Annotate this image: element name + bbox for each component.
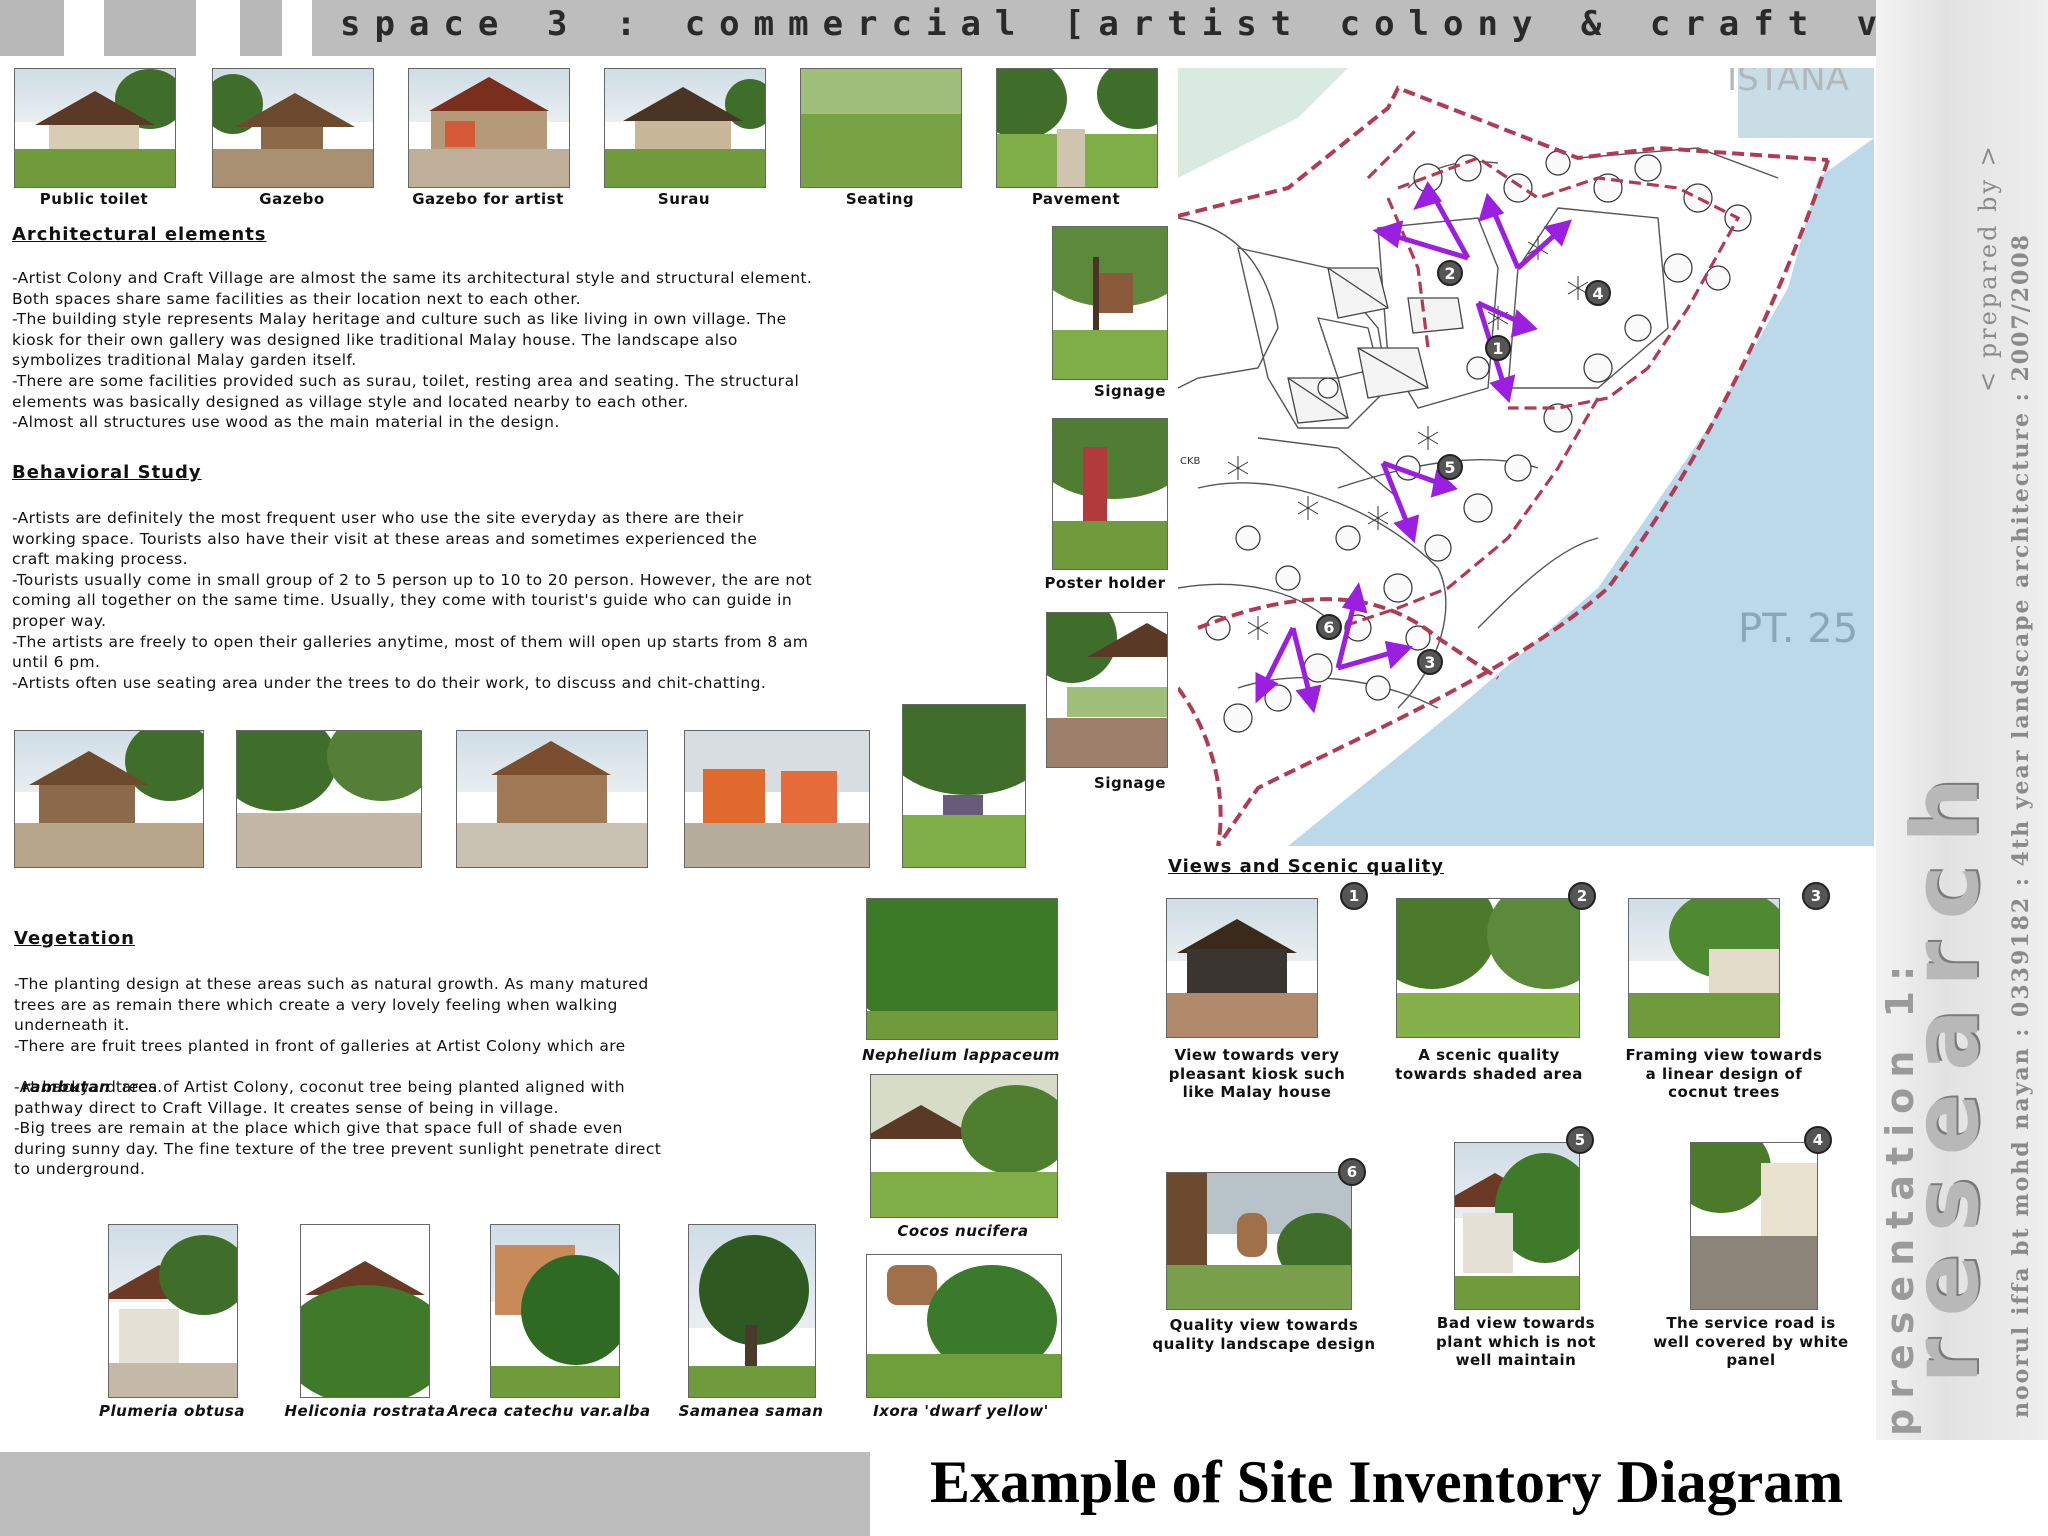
view-caption-5: Bad view towards plant which is not well… (1436, 1314, 1596, 1369)
side-presentation: presentation 1: (1878, 955, 1922, 1436)
view-photo-4 (1690, 1142, 1818, 1310)
photo-behavior-5 (902, 704, 1026, 868)
map-label-istana: ISTANA (1727, 68, 1849, 99)
footer-title: Example of Site Inventory Diagram (930, 1449, 1844, 1515)
caption-samanea: Samanea saman (678, 1402, 824, 1420)
header-block-3 (240, 0, 282, 56)
view-photo-5 (1454, 1142, 1580, 1310)
caption-gazebo: Gazebo (259, 190, 325, 208)
photo-poster-holder (1052, 418, 1168, 570)
photo-signage-1 (1052, 226, 1168, 380)
photo-signage-2 (1046, 612, 1168, 768)
photo-behavior-3 (456, 730, 648, 868)
view-caption-1: View towards very pleasant kiosk such li… (1168, 1046, 1346, 1101)
map-point-5: 5 (1444, 458, 1455, 477)
photo-behavior-1 (14, 730, 204, 868)
vegetation-heading: Vegetation (14, 928, 135, 949)
vegetation-text-2: -At backyard area of Artist Colony, coco… (14, 1078, 662, 1179)
caption-surau: Surau (657, 190, 711, 208)
map-point-4: 4 (1592, 284, 1603, 303)
architectural-heading: Architectural elements (12, 224, 267, 245)
view-caption-4: The service road is well covered by whit… (1653, 1314, 1849, 1369)
header-block-2 (104, 0, 196, 56)
view-photo-1 (1166, 898, 1318, 1038)
photo-pavement (996, 68, 1158, 188)
view-photo-2 (1396, 898, 1580, 1038)
architectural-text: -Artist Colony and Craft Village are alm… (12, 269, 813, 432)
caption-cocos: Cocos nucifera (897, 1222, 1029, 1240)
map-point-6: 6 (1323, 618, 1334, 637)
caption-signage-1: Signage (1094, 382, 1166, 400)
photo-seating (800, 68, 962, 188)
photo-gazebo (212, 68, 374, 188)
caption-nephelium: Nephelium lappaceum (862, 1046, 1060, 1064)
caption-heliconia: Heliconia rostrata (284, 1402, 446, 1420)
view-caption-2: A scenic quality towards shaded area (1395, 1046, 1583, 1083)
caption-poster-holder: Poster holder (1044, 574, 1166, 592)
caption-public-toilet: Public toilet (39, 190, 149, 208)
site-map: 1 2 3 4 5 6 ISTANA PT. 25 CKB (1178, 68, 1874, 846)
photo-areca (490, 1224, 620, 1398)
caption-pavement: Pavement (1031, 190, 1121, 208)
caption-ixora: Ixora 'dwarf yellow' (873, 1402, 1049, 1420)
photo-surau (604, 68, 766, 188)
view-caption-3: Framing view towards a linear design of … (1625, 1046, 1823, 1101)
caption-plumeria: Plumeria obtusa (99, 1402, 245, 1420)
photo-samanea (688, 1224, 816, 1398)
side-prepared: < prepared by > (1974, 143, 2002, 392)
map-label-ckb: CKB (1180, 456, 1201, 467)
map-point-1: 1 (1492, 339, 1503, 358)
photo-plumeria (108, 1224, 238, 1398)
photo-gazebo-artist (408, 68, 570, 188)
views-heading: Views and Scenic quality (1168, 856, 1444, 877)
map-point-3: 3 (1424, 653, 1435, 672)
view-photo-3 (1628, 898, 1780, 1038)
photo-public-toilet (14, 68, 176, 188)
page-title: space 3 : commercial [artist colony & cr… (340, 4, 2048, 44)
caption-gazebo-artist: Gazebo for artist (412, 190, 564, 208)
map-point-2: 2 (1444, 264, 1455, 283)
caption-areca: Areca catechu var.alba (447, 1402, 651, 1420)
photo-nephelium (866, 898, 1058, 1040)
vegetation-text-1: -The planting design at these areas such… (14, 975, 649, 1055)
photo-cocos (870, 1074, 1058, 1218)
view-badge-4: 4 (1804, 1126, 1832, 1154)
footer-bar (0, 1452, 870, 1536)
view-badge-1: 1 (1340, 882, 1368, 910)
view-badge-2: 2 (1568, 882, 1596, 910)
view-photo-6 (1166, 1172, 1352, 1310)
photo-ixora (866, 1254, 1062, 1398)
photo-behavior-4 (684, 730, 870, 868)
header-block-1 (0, 0, 64, 56)
behavioral-text: -Artists are definitely the most frequen… (12, 509, 812, 692)
photo-behavior-2 (236, 730, 422, 868)
caption-signage-2: Signage (1094, 774, 1166, 792)
view-badge-5: 5 (1566, 1126, 1594, 1154)
behavioral-heading: Behavioral Study (12, 462, 202, 483)
caption-seating: Seating (845, 190, 915, 208)
view-caption-6: Quality view towards quality landscape d… (1152, 1316, 1376, 1353)
view-badge-3: 3 (1802, 882, 1830, 910)
view-badge-6: 6 (1338, 1158, 1366, 1186)
map-label-pt25: PT. 25 (1738, 606, 1858, 652)
photo-heliconia (300, 1224, 430, 1398)
side-credit: noorul iffa bt mohd nayan : 0339182 : 4t… (2008, 233, 2034, 1418)
